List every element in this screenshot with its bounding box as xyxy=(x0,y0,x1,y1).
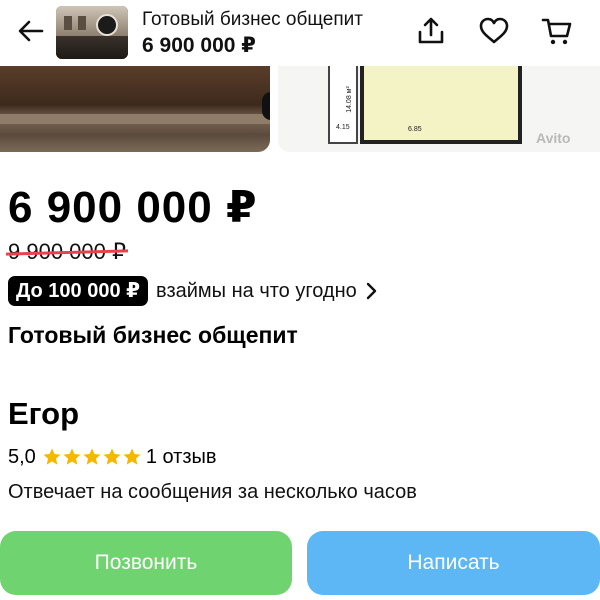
star-icon xyxy=(63,448,81,465)
listing-thumbnail[interactable] xyxy=(56,6,128,59)
back-arrow-icon[interactable] xyxy=(14,14,48,48)
star-icon xyxy=(83,448,101,465)
write-message-button[interactable]: Написать xyxy=(307,531,600,595)
photo-badge xyxy=(262,92,270,120)
gallery-photo-floor-plan[interactable]: 14.08 м² 4.15 6.85 Avito xyxy=(278,66,600,152)
plan-dimension-area: 14.08 м² xyxy=(345,86,353,113)
seller-name[interactable]: Егор xyxy=(8,395,79,433)
listing-title: Готовый бизнес общепит xyxy=(8,322,298,348)
watermark: Avito xyxy=(536,130,571,146)
loan-badge: До 100 000 ₽ xyxy=(8,276,149,306)
loan-offer-link[interactable]: До 100 000 ₽ взаймы на что угодно xyxy=(8,276,379,306)
cafe-logo xyxy=(96,14,118,36)
listing-price: 6 900 000 ₽ xyxy=(8,183,258,232)
call-button[interactable]: Позвонить xyxy=(0,531,292,595)
header-price: 6 900 000 ₽ xyxy=(142,34,256,57)
chevron-right-icon xyxy=(366,282,376,300)
favorite-heart-icon[interactable] xyxy=(477,14,511,48)
top-bar: Готовый бизнес общепит 6 900 000 ₽ xyxy=(0,0,600,66)
response-time: Отвечает на сообщения за несколько часов xyxy=(8,481,417,503)
plan-dimension-length: 6.85 xyxy=(408,126,422,133)
star-icon xyxy=(43,448,61,465)
cart-icon[interactable] xyxy=(540,14,574,48)
reviews-count: 1 отзыв xyxy=(145,445,217,468)
seller-rating[interactable]: 5,0 1 отзыв xyxy=(8,444,217,470)
photo-gallery[interactable]: 14.08 м² 4.15 6.85 Avito xyxy=(0,66,600,152)
old-price: 9 900 000 ₽ xyxy=(5,238,129,266)
plan-dimension-width: 4.15 xyxy=(336,124,350,131)
star-icon xyxy=(103,448,121,465)
header-info: Готовый бизнес общепит 6 900 000 ₽ xyxy=(142,9,363,59)
rating-value: 5,0 xyxy=(8,445,36,468)
share-icon[interactable] xyxy=(414,14,448,48)
star-icon xyxy=(123,448,141,465)
header-title: Готовый бизнес общепит xyxy=(142,9,363,30)
gallery-photo-exterior[interactable] xyxy=(0,66,270,152)
loan-text: взаймы на что угодно xyxy=(156,279,357,302)
rating-stars xyxy=(42,447,142,467)
